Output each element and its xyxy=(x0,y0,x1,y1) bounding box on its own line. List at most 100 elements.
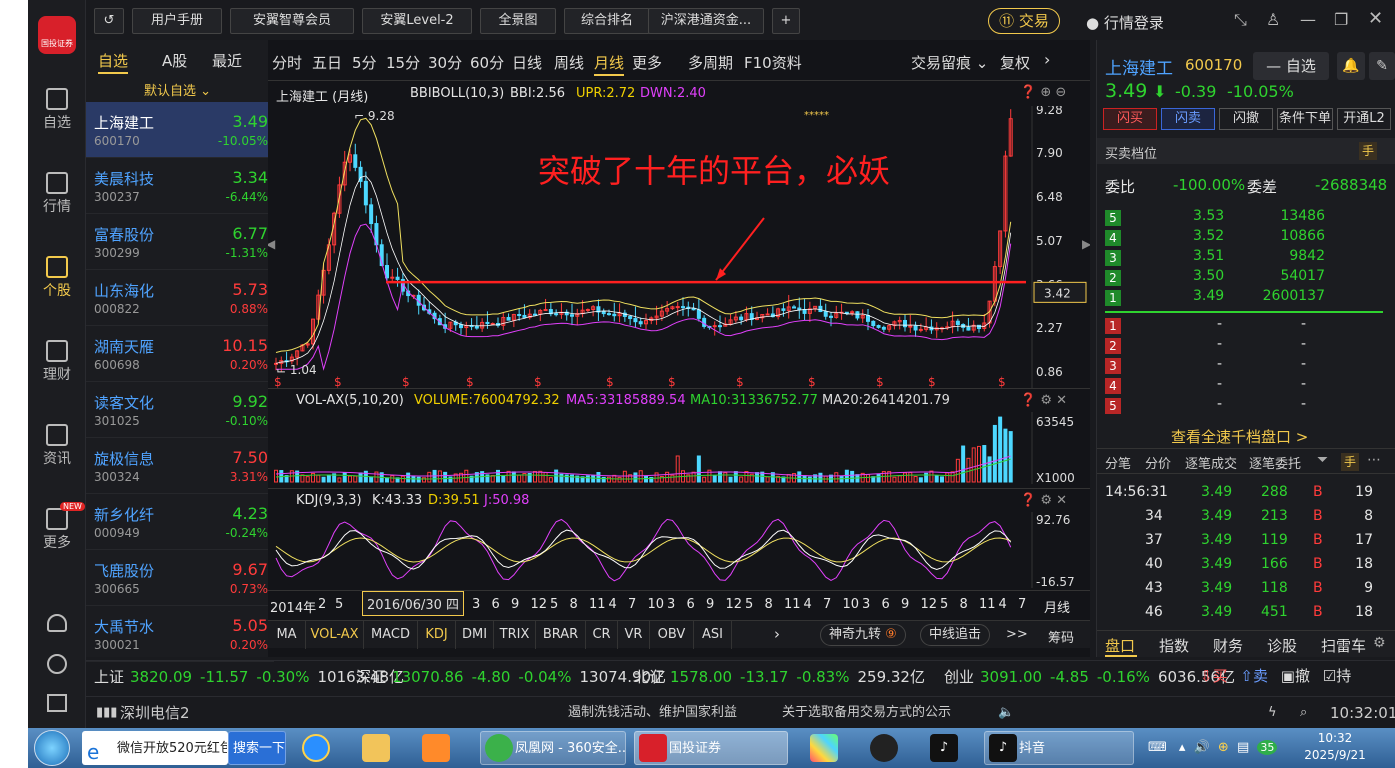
app-tiles-icon[interactable] xyxy=(810,734,838,762)
index-item[interactable]: 创业 3091.00 -4.85 -0.16% 6036.56亿 xyxy=(944,661,1235,693)
indicator-tab-ma[interactable]: MA xyxy=(268,621,306,649)
edit-icon[interactable] xyxy=(47,694,67,712)
watchlist-row[interactable]: 富春股份 300299 6.77 -1.31% xyxy=(86,214,274,270)
tab-period-8[interactable]: 月线 xyxy=(594,52,624,73)
tab-period-6[interactable]: 日线 xyxy=(512,52,542,73)
taskbar-item-sdic[interactable]: 国投证券 xyxy=(634,731,788,765)
ask-row[interactable]: 4 3.52 10866 xyxy=(1105,228,1385,248)
tab-period-0[interactable]: 分时 xyxy=(272,52,302,73)
tick-tab-each-order[interactable]: 逐笔委托 xyxy=(1249,453,1301,472)
sell-action[interactable]: ⇧卖 xyxy=(1240,667,1268,685)
btn-midline[interactable]: 中线追击 xyxy=(920,624,991,646)
indicator-tab-obv[interactable]: OBV xyxy=(650,621,694,649)
watchlist-tab-ashare[interactable]: A股 xyxy=(162,50,187,71)
bid-row[interactable]: 3 - - xyxy=(1105,356,1385,376)
main-candle-chart[interactable]: 9.287.906.485.073.662.270.86突破了十年的平台，必妖⌐… xyxy=(268,106,1090,388)
bid-row[interactable]: 5 - - xyxy=(1105,396,1385,416)
btn-flash-cancel[interactable]: 闪撤 xyxy=(1219,108,1273,130)
topbar-btn-ranking[interactable]: 综合排名 xyxy=(564,8,650,34)
settings-icon[interactable] xyxy=(47,654,67,674)
quote-tab-3[interactable]: 诊股 xyxy=(1267,635,1297,656)
rail-item-more[interactable]: 更多 NEW xyxy=(28,502,86,552)
speaker-icon[interactable]: 🔈 xyxy=(998,697,1014,729)
watchlist-row[interactable]: 新乡化纤 000949 4.23 -0.24% xyxy=(86,494,274,550)
topbar-btn-manual[interactable]: 用户手册 xyxy=(132,8,222,34)
taskbar-item-douyin[interactable]: ♪ 抖音 xyxy=(984,731,1134,765)
start-button[interactable] xyxy=(34,730,70,766)
rail-item-market[interactable]: 行情 xyxy=(28,172,86,216)
taskbar-item-browser[interactable]: 凤凰网 - 360安全... xyxy=(480,731,626,765)
index-item[interactable]: 北证 1578.00 -13.17 -0.83% 259.32亿 xyxy=(634,661,925,693)
watchlist-row[interactable]: 飞鹿股份 300665 9.67 0.73% xyxy=(86,550,274,606)
watchlist-row[interactable]: 旋极信息 300324 7.50 3.31% xyxy=(86,438,274,494)
login-button[interactable]: ● 行情登录 xyxy=(1086,12,1164,33)
search-icon[interactable]: ⌕ xyxy=(1300,697,1307,729)
close-icon[interactable]: ✕ xyxy=(1368,8,1383,29)
tab-period-4[interactable]: 30分 xyxy=(428,52,462,73)
topbar-btn-level2[interactable]: 安翼Level-2 xyxy=(362,8,472,34)
kdj-controls[interactable]: ❓ ⚙ ✕ xyxy=(1020,493,1067,508)
indicator-tab-kdj[interactable]: KDJ xyxy=(418,621,456,649)
tab-period-9[interactable]: 更多 xyxy=(632,52,662,73)
watchlist-row[interactable]: 湖南天雁 600698 10.15 0.20% xyxy=(86,326,274,382)
tab-period-11[interactable]: F10资料 xyxy=(744,52,802,73)
rail-item-watchlist[interactable]: 自选 xyxy=(28,88,86,132)
server-name[interactable]: 深圳电信2 xyxy=(120,697,190,729)
topbar-btn-vip[interactable]: 安翼智尊会员 xyxy=(230,8,354,34)
cancel-action[interactable]: ▣撤 xyxy=(1281,667,1310,685)
qq-penguin-icon[interactable] xyxy=(870,734,898,762)
taskbar-search[interactable]: 搜索一下 xyxy=(228,731,286,765)
indicator-tab-trix[interactable]: TRIX xyxy=(494,621,536,649)
tab-period-1[interactable]: 五日 xyxy=(312,52,342,73)
watchlist-row[interactable]: 大禹节水 300021 5.05 0.20% xyxy=(86,606,274,662)
lightning-icon[interactable]: ϟ xyxy=(1268,697,1277,729)
back-button[interactable]: ↺ xyxy=(94,8,124,34)
tab-period-10[interactable]: 多周期 xyxy=(688,52,733,73)
watchlist-row[interactable]: 山东海化 000822 5.73 0.88% xyxy=(86,270,274,326)
main-chart-controls[interactable]: ❓ ⊕ ⊖ xyxy=(1020,85,1066,100)
ie-taskbar-icon[interactable] xyxy=(302,734,330,762)
bid-row[interactable]: 1 - - xyxy=(1105,316,1385,336)
quote-tab-0[interactable]: 盘口 xyxy=(1105,635,1135,656)
notice-1[interactable]: 遏制洗钱活动、维护国家利益 xyxy=(568,697,737,729)
maximize-icon[interactable]: ❐ xyxy=(1334,10,1348,29)
manual-icon[interactable]: 手 xyxy=(1359,142,1377,160)
indicator-tab-macd[interactable]: MACD xyxy=(364,621,418,649)
keyboard-icon[interactable]: ⌨ xyxy=(1148,740,1167,755)
tab-period-5[interactable]: 60分 xyxy=(470,52,504,73)
indicator-tab-vol-ax[interactable]: VOL-AX xyxy=(306,621,364,649)
headset-icon[interactable] xyxy=(47,614,67,632)
watchlist-row[interactable]: 上海建工 600170 3.49 -10.05% xyxy=(86,102,274,158)
btn-conditional-order[interactable]: 条件下单 xyxy=(1277,108,1333,130)
taskbar-item-wechat-promo[interactable]: e 微信开放520元红包 xyxy=(82,731,228,765)
add-watch-button[interactable]: — 自选 xyxy=(1253,52,1329,80)
watchlist-tab-recent[interactable]: 最近 xyxy=(212,50,242,71)
indicator-tab-cr[interactable]: CR xyxy=(586,621,618,649)
clock[interactable]: 10:32 2025/9/21 xyxy=(1300,730,1370,764)
minimize-icon[interactable]: — xyxy=(1300,10,1316,29)
add-tab-button[interactable]: + xyxy=(772,8,800,34)
shrink-icon[interactable]: ⤡ xyxy=(1234,10,1247,30)
vol-controls[interactable]: ❓ ⚙ ✕ xyxy=(1020,393,1067,408)
indicator-tab-brar[interactable]: BRAR xyxy=(536,621,586,649)
tab-period-7[interactable]: 周线 xyxy=(554,52,584,73)
ask-row[interactable]: 5 3.53 13486 xyxy=(1105,208,1385,228)
btn-open-l2[interactable]: 开通L2 xyxy=(1337,108,1391,130)
network-icon[interactable]: ▤ xyxy=(1237,740,1249,755)
bottom-settings-icon[interactable]: ⚙ xyxy=(1373,635,1386,651)
watchlist-row[interactable]: 美晨科技 300237 3.34 -6.44% xyxy=(86,158,274,214)
media-player-icon[interactable] xyxy=(422,734,450,762)
tick-manual-icon[interactable]: 手 xyxy=(1341,453,1359,471)
btn-chips[interactable]: 筹码 xyxy=(1048,627,1074,646)
kdj-chart[interactable]: 92.76 -16.57 xyxy=(268,512,1090,588)
btn-magic-nine[interactable]: 神奇九转 ⑨ xyxy=(820,624,906,646)
depth-link[interactable]: 查看全速千档盘口 > xyxy=(1171,426,1308,447)
buy-action[interactable]: ⇩买 xyxy=(1200,667,1228,685)
index-item[interactable]: 深证 13070.86 -4.80 -0.04% 13074.90亿 xyxy=(356,661,666,693)
tiktok-icon[interactable]: ♪ xyxy=(930,734,958,762)
bid-row[interactable]: 2 - - xyxy=(1105,336,1385,356)
tick-tab-trades[interactable]: 分笔 xyxy=(1105,453,1131,472)
skin-icon[interactable]: ♙ xyxy=(1266,10,1280,29)
indicator-more-arrow[interactable]: › xyxy=(774,625,780,643)
alert-bell-icon[interactable]: 🔔 xyxy=(1337,52,1365,80)
